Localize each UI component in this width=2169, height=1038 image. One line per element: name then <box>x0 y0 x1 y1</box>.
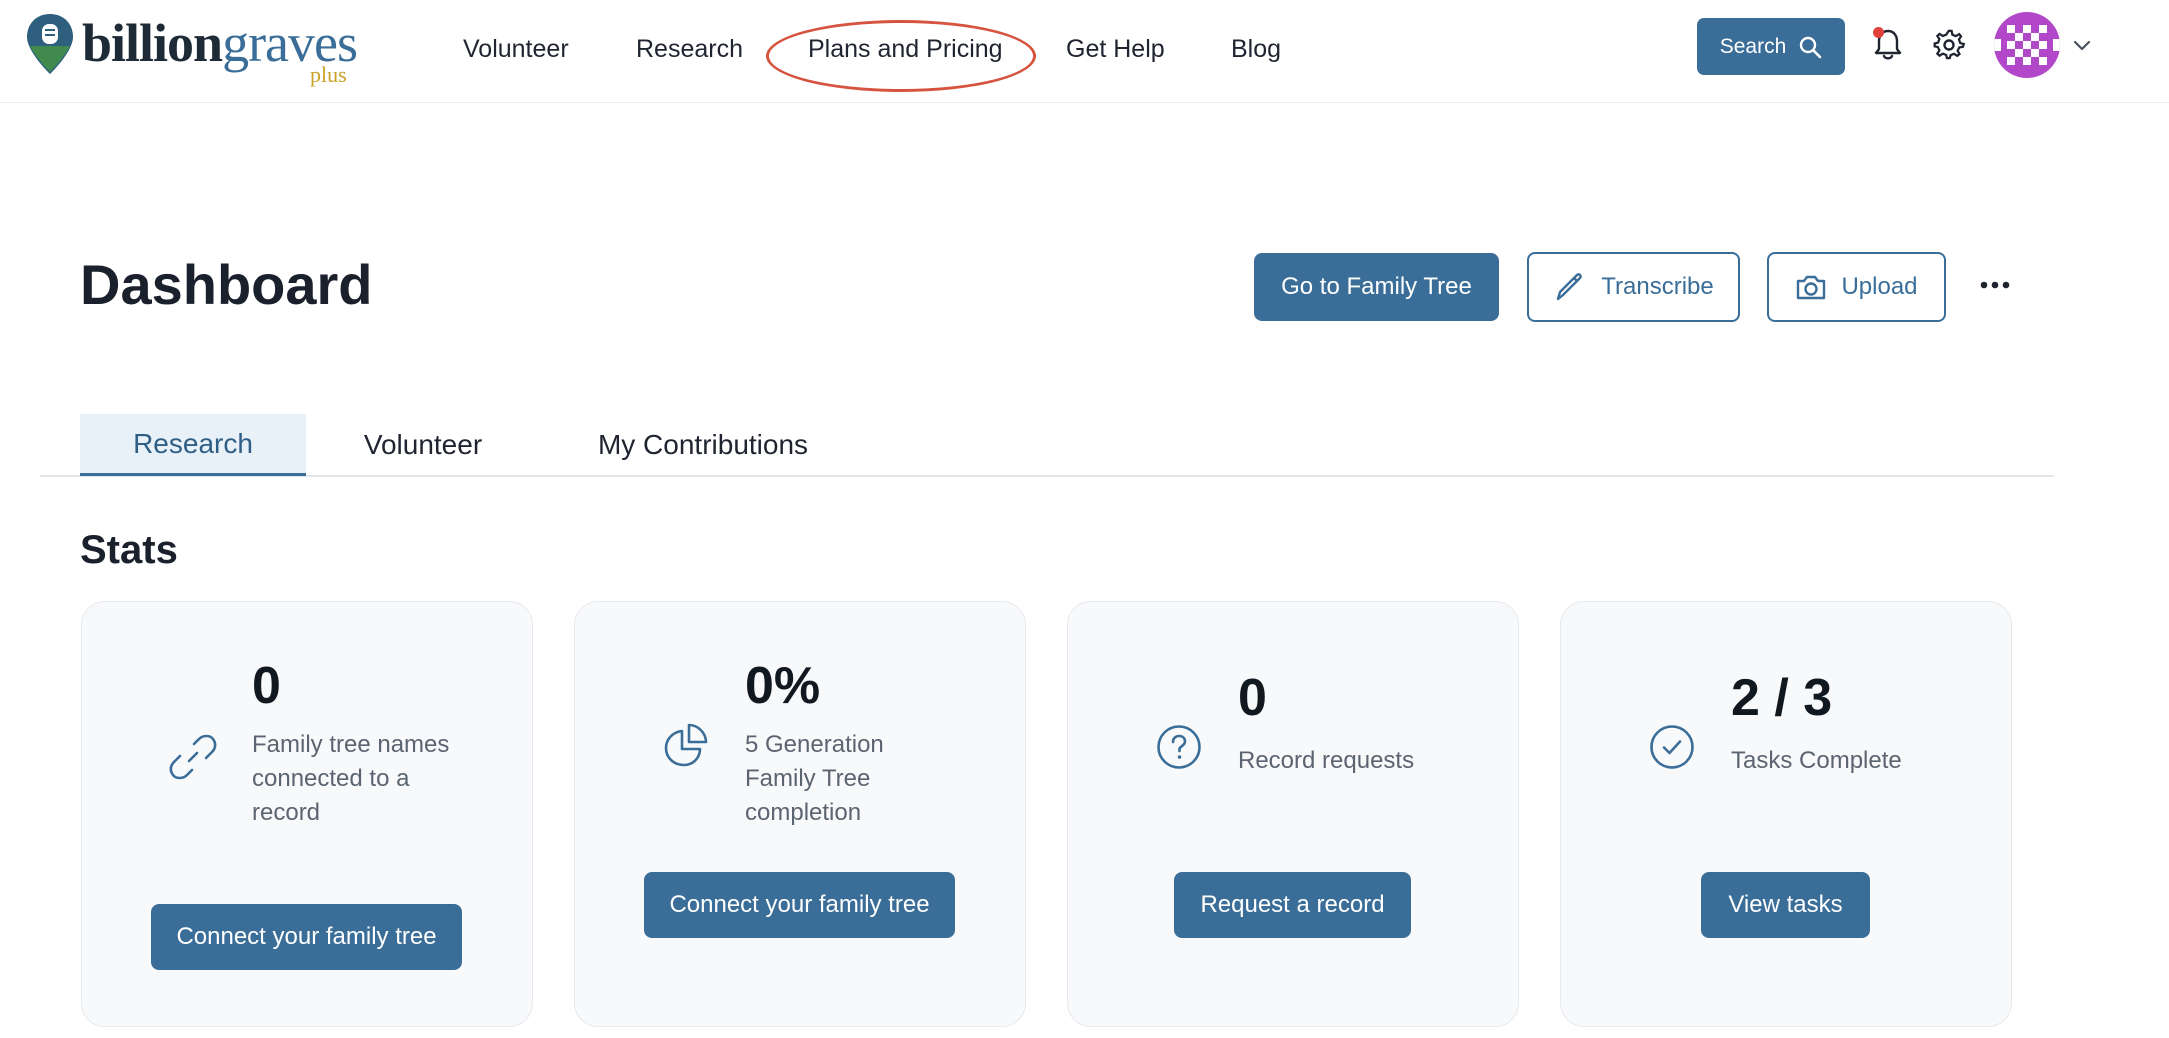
upload-button-label: Upload <box>1841 273 1918 300</box>
link-icon <box>169 734 217 780</box>
stat-card-record-requests: 0 Record requests Request a record <box>1067 601 1519 1027</box>
stat-value: 0% <box>745 657 821 715</box>
stats-heading: Stats <box>80 528 178 572</box>
stat-value: 0 <box>1238 669 1267 727</box>
billiongraves-logo[interactable]: billiongraves plus <box>24 10 358 88</box>
logo-word-billion: billion <box>82 13 223 73</box>
top-navigation: billiongraves plus Volunteer Research Pl… <box>0 0 2169 103</box>
stat-value: 2 / 3 <box>1731 669 1833 727</box>
nav-volunteer[interactable]: Volunteer <box>463 34 569 64</box>
nav-blog[interactable]: Blog <box>1231 34 1281 64</box>
ellipsis-icon <box>1980 281 2010 289</box>
settings-button[interactable] <box>1932 28 1966 62</box>
stat-card-tasks-complete: 2 / 3 Tasks Complete View tasks <box>1560 601 2012 1027</box>
connect-family-tree-button[interactable]: Connect your family tree <box>644 872 955 938</box>
tab-my-contributions[interactable]: My Contributions <box>570 414 836 476</box>
logo-pin-icon <box>27 14 73 74</box>
connect-family-tree-button[interactable]: Connect your family tree <box>151 904 462 970</box>
stat-label: Family tree names connected to a record <box>252 731 450 826</box>
highlight-circle-annotation <box>766 20 1036 92</box>
stat-value: 0 <box>252 657 281 715</box>
tab-research[interactable]: Research <box>80 414 306 476</box>
nav-research[interactable]: Research <box>636 34 743 64</box>
transcribe-button-label: Transcribe <box>1601 273 1714 300</box>
check-circle-icon <box>1650 725 1694 769</box>
chevron-down-icon <box>2073 40 2091 51</box>
search-button[interactable]: Search <box>1697 18 1845 75</box>
tab-volunteer[interactable]: Volunteer <box>336 414 510 476</box>
upload-button[interactable]: Upload <box>1767 252 1946 322</box>
stat-label: Tasks Complete <box>1731 747 1902 774</box>
page-title: Dashboard <box>80 253 373 316</box>
search-button-label: Search <box>1719 34 1787 58</box>
stat-label: 5 Generation Family Tree completion <box>745 731 884 826</box>
pie-chart-icon <box>664 723 708 767</box>
stat-label: Record requests <box>1238 747 1415 774</box>
pencil-icon <box>1557 273 1583 301</box>
transcribe-button[interactable]: Transcribe <box>1527 252 1740 322</box>
account-menu-toggle[interactable] <box>2070 36 2094 56</box>
request-record-button[interactable]: Request a record <box>1174 872 1411 938</box>
avatar[interactable] <box>1992 11 2062 79</box>
avatar-identicon <box>1994 12 2060 78</box>
question-icon <box>1157 725 1201 769</box>
view-tasks-button[interactable]: View tasks <box>1701 872 1870 938</box>
stat-card-connected-names: 0 Family tree names connected to a recor… <box>81 601 533 1027</box>
go-to-family-tree-button[interactable]: Go to Family Tree <box>1254 253 1499 321</box>
more-options-button[interactable] <box>1976 270 2014 300</box>
gear-icon <box>1933 29 1965 60</box>
search-icon <box>1800 36 1822 58</box>
stat-card-tree-completion: 0% 5 Generation Family Tree completion C… <box>574 601 1026 1027</box>
nav-get-help[interactable]: Get Help <box>1066 34 1165 64</box>
camera-icon <box>1797 275 1826 300</box>
notification-dot <box>1873 27 1884 38</box>
logo-plus-label: plus <box>310 62 347 87</box>
